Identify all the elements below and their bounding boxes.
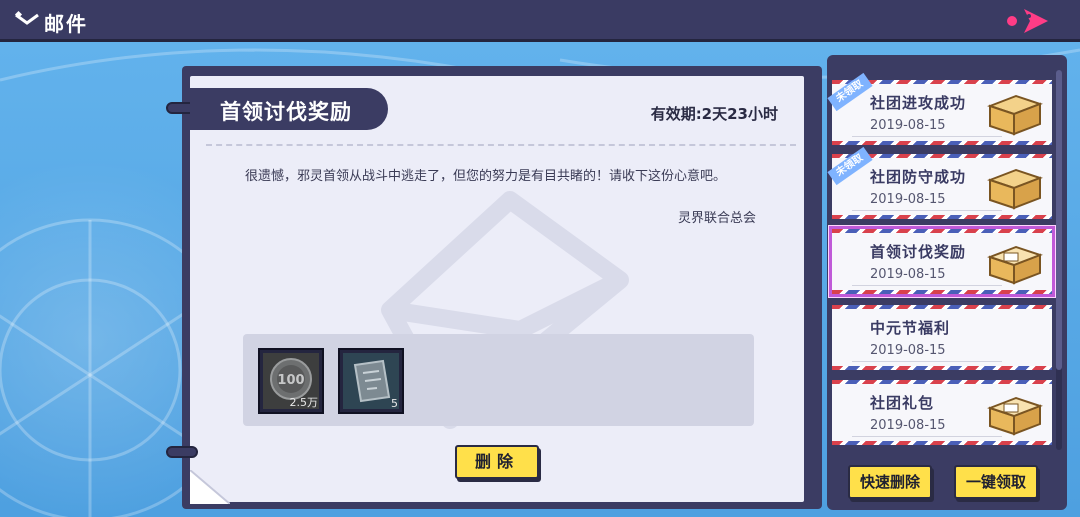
mail-list-item[interactable]: 未领取 社团进攻成功 2019-08-15 (827, 72, 1052, 145)
divider (852, 361, 1002, 362)
reward-count: 2.5万 (289, 396, 319, 409)
mail-list-item[interactable]: 社团礼包 2019-08-15 (832, 380, 1052, 445)
mail-icon (14, 10, 39, 25)
divider (852, 136, 1002, 137)
mail-body: 很遗憾，邪灵首领从战斗中逃走了，但您的努力是有目共睹的！请收下这份心意吧。 (245, 169, 727, 184)
divider (852, 285, 1002, 286)
mail-item-title: 中元节福利 (870, 319, 951, 337)
binder-ring (166, 446, 198, 458)
mail-item-date: 2019-08-15 (870, 418, 946, 433)
mail-list-item[interactable]: 未领取 社团防守成功 2019-08-15 (827, 146, 1052, 219)
claim-all-button[interactable]: 一键领取 (954, 465, 1038, 499)
top-bar: 邮件 (0, 0, 1080, 42)
reward-count: 5 (391, 397, 398, 410)
mail-item-title: 社团防守成功 (870, 168, 967, 186)
mail-item-date: 2019-08-15 (870, 343, 946, 358)
svg-text:100: 100 (277, 373, 304, 388)
opened-box-icon (987, 396, 1043, 436)
mail-item-title: 首领讨伐奖励 (870, 243, 967, 261)
mail-item-date: 2019-08-15 (870, 118, 946, 133)
airmail-border (832, 229, 1052, 233)
scrollbar-thumb[interactable] (1056, 70, 1062, 370)
back-icon[interactable] (1002, 5, 1054, 37)
reward-item-ticket[interactable]: 5 (338, 348, 404, 414)
quick-delete-button[interactable]: 快速删除 (848, 465, 932, 499)
page-fold-icon (190, 470, 230, 504)
mail-item-date: 2019-08-15 (870, 267, 946, 282)
airmail-border (832, 305, 1052, 309)
mail-list-item-selected[interactable]: 首领讨伐奖励 2019-08-15 (832, 229, 1052, 294)
divider (206, 144, 796, 146)
mail-sender: 灵界联合总会 (677, 211, 756, 226)
divider (852, 436, 1002, 437)
airmail-border (832, 380, 1052, 384)
reward-item-coin[interactable]: 100 2.5万 (258, 348, 324, 414)
divider (852, 210, 1002, 211)
opened-box-icon (987, 245, 1043, 285)
mail-title: 首领讨伐奖励 (220, 100, 352, 124)
mail-item-date: 2019-08-15 (870, 192, 946, 207)
page-title: 邮件 (44, 12, 88, 36)
gift-box-icon (987, 94, 1043, 136)
mail-title-tag: 首领讨伐奖励 (190, 88, 388, 130)
gift-box-icon (987, 168, 1043, 210)
mail-list-item[interactable]: 中元节福利 2019-08-15 (832, 305, 1052, 370)
validity-text: 有效期:2天23小时 (650, 105, 778, 123)
delete-button[interactable]: 删除 (455, 445, 539, 479)
airmail-border (832, 366, 1052, 370)
mail-item-title: 社团礼包 (870, 394, 935, 412)
airmail-border (832, 290, 1052, 294)
mail-item-title: 社团进攻成功 (870, 94, 967, 112)
airmail-border (832, 141, 1052, 145)
airmail-border (832, 215, 1052, 219)
airmail-border (832, 441, 1052, 445)
